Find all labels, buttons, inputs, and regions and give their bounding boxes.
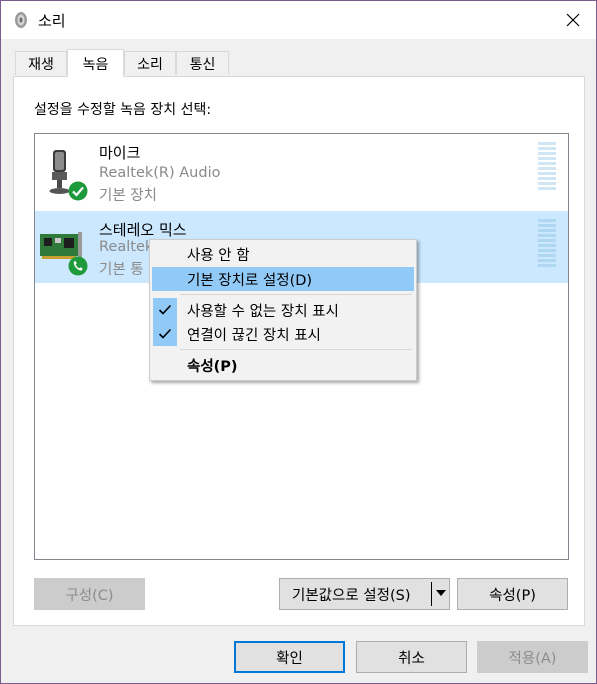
title-bar: 소리 (1, 1, 596, 39)
menu-item-disable[interactable]: 사용 안 함 (152, 242, 414, 266)
ok-button[interactable]: 확인 (234, 641, 345, 673)
device-status: 기본 장치 (99, 188, 157, 204)
tab-communications[interactable]: 통신 (176, 51, 229, 75)
set-default-split-button[interactable]: 기본값으로 설정(S) (279, 578, 450, 610)
window-title: 소리 (38, 12, 66, 30)
device-driver: Realtek(R) Audio (99, 165, 221, 181)
menu-item-properties[interactable]: 속성(P) (152, 353, 414, 377)
tab-sounds[interactable]: 소리 (124, 51, 176, 75)
tab-recording[interactable]: 녹음 (67, 49, 124, 77)
tab-playback[interactable]: 재생 (15, 51, 67, 75)
device-status: 기본 통 (99, 262, 144, 278)
device-name: 스테레오 믹스 (99, 221, 187, 239)
set-default-label: 기본값으로 설정(S) (292, 587, 411, 604)
menu-item-show-disconnected-devices[interactable]: 연결이 끊긴 장치 표시 (152, 322, 414, 346)
check-icon (153, 298, 177, 322)
chevron-down-icon[interactable] (435, 586, 447, 604)
check-icon (153, 322, 177, 346)
close-button[interactable] (550, 1, 596, 39)
sound-dialog: 소리 재생 녹음 소리 통신 설정을 수정할 녹음 장치 선택: 마이크 Rea… (0, 0, 597, 684)
menu-item-set-default-device[interactable]: 기본 장치로 설정(D) (152, 267, 414, 291)
configure-button[interactable]: 구성(C) (34, 578, 145, 610)
device-name: 마이크 (99, 144, 141, 162)
properties-button[interactable]: 속성(P) (457, 578, 568, 610)
speaker-icon (15, 12, 27, 28)
split-divider (431, 582, 432, 606)
phone-badge-icon (68, 256, 88, 276)
menu-separator (180, 349, 412, 350)
device-driver: Realtek (99, 239, 154, 255)
level-meter (538, 219, 556, 269)
device-prompt: 설정을 수정할 녹음 장치 선택: (34, 102, 212, 118)
level-meter (538, 142, 556, 192)
menu-item-show-disabled-devices[interactable]: 사용할 수 없는 장치 표시 (152, 298, 414, 322)
check-badge-icon (68, 181, 88, 201)
context-menu: 사용 안 함 기본 장치로 설정(D) 사용할 수 없는 장치 표시 연결이 끊… (149, 239, 417, 381)
device-row-microphone[interactable]: 마이크 Realtek(R) Audio 기본 장치 (35, 134, 568, 206)
cancel-button[interactable]: 취소 (356, 641, 467, 673)
menu-separator (180, 294, 412, 295)
close-icon (566, 13, 580, 27)
apply-button[interactable]: 적용(A) (477, 641, 588, 673)
